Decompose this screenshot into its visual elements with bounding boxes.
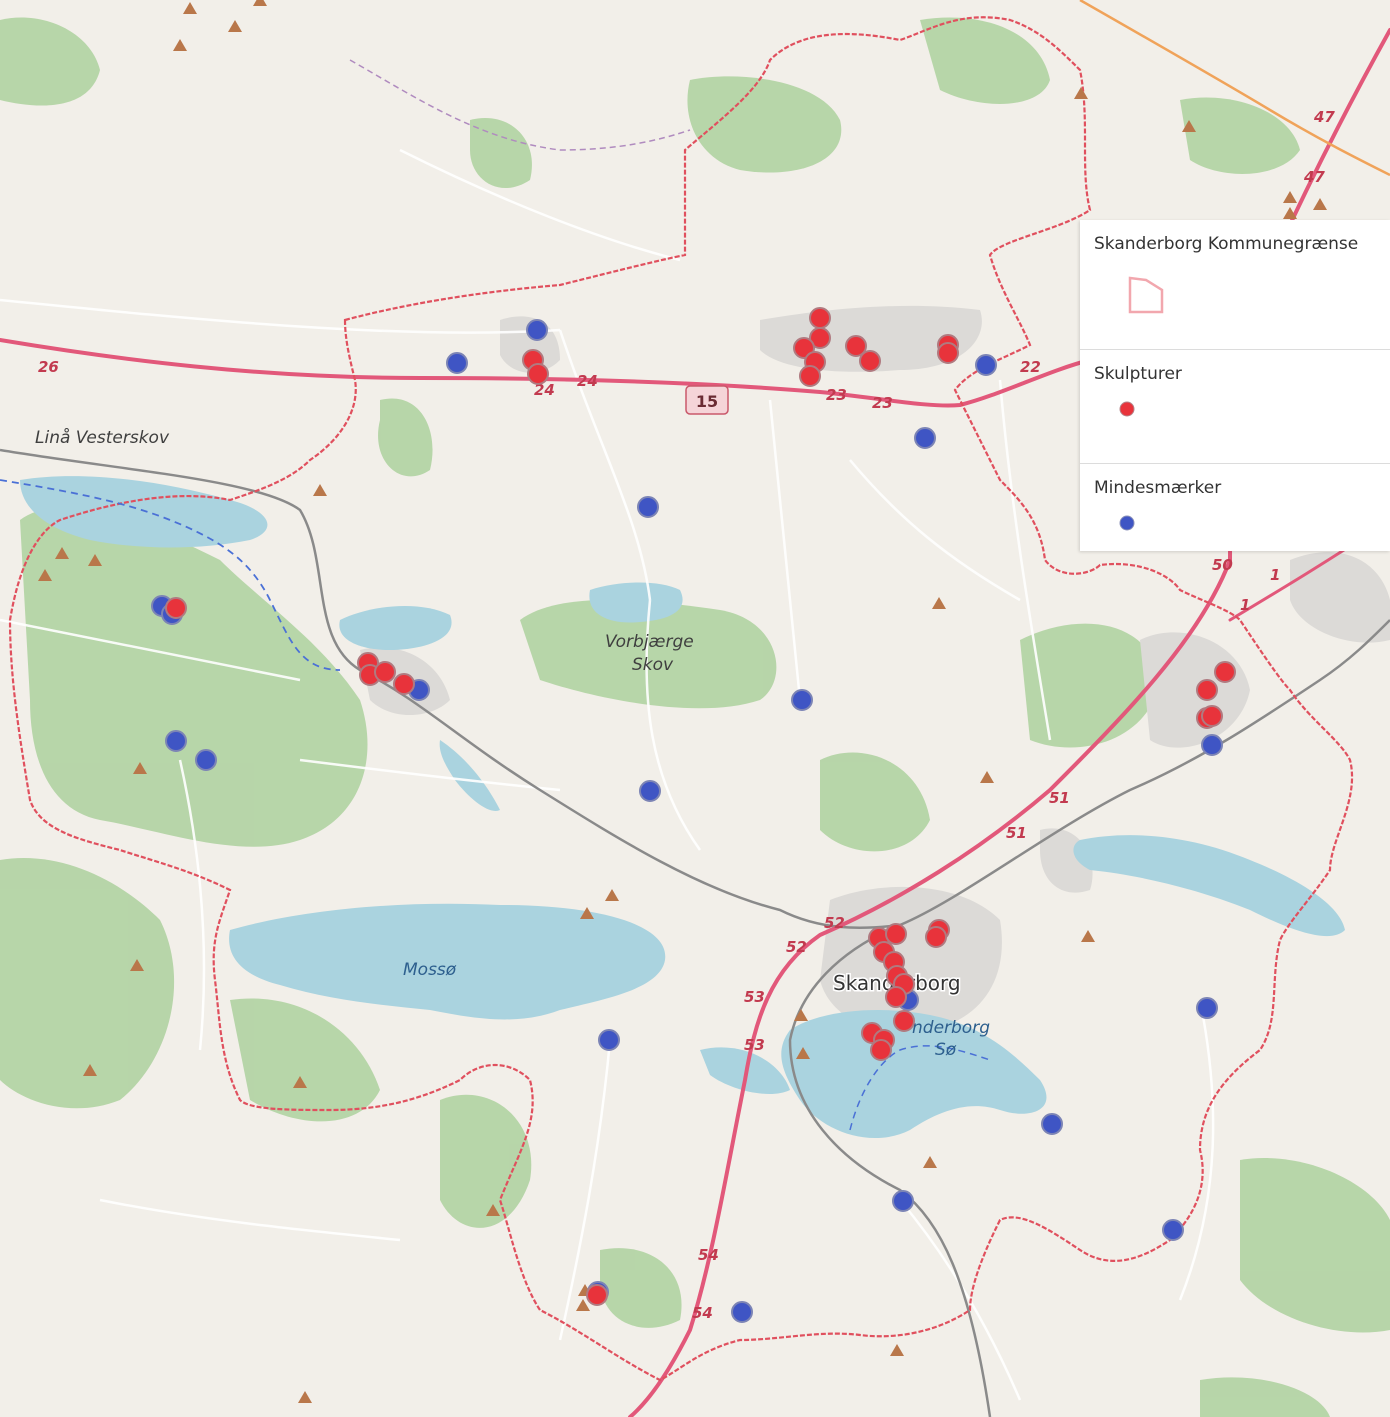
road-number: 50 (1212, 556, 1233, 574)
road-number: 53 (744, 1036, 765, 1054)
map-canvas[interactable]: Linå Vesterskov Vorbjærge Skov Mossø nde… (0, 0, 1390, 1417)
road-number: 23 (826, 386, 847, 404)
road-shield-label: 15 (696, 392, 718, 411)
sculpture-marker[interactable] (885, 923, 907, 945)
sculpture-marker[interactable] (870, 1039, 892, 1061)
road-number: 1 (1240, 596, 1250, 614)
sculpture-marker[interactable] (374, 661, 396, 683)
road-number: 23 (872, 394, 893, 412)
memorial-marker[interactable] (1162, 1219, 1184, 1241)
memorial-marker[interactable] (637, 496, 659, 518)
sculpture-marker[interactable] (393, 673, 415, 695)
sculpture-marker[interactable] (925, 926, 947, 948)
place-label-skov: Skov (632, 655, 674, 675)
sculpture-marker[interactable] (937, 342, 959, 364)
sculpture-marker[interactable] (1214, 661, 1236, 683)
road-number: 54 (692, 1304, 713, 1322)
road-number: 51 (1006, 824, 1027, 842)
road-number: 1 (1270, 566, 1280, 584)
memorial-marker[interactable] (165, 730, 187, 752)
road-number: 47 (1303, 168, 1325, 186)
lake-label-skanderborg-1: nderborg (912, 1018, 990, 1038)
road-number: 24 (577, 372, 598, 390)
memorial-marker[interactable] (446, 352, 468, 374)
memorial-marker[interactable] (731, 1301, 753, 1323)
sculpture-marker[interactable] (165, 597, 187, 619)
sculpture-marker[interactable] (859, 350, 881, 372)
sculpture-marker[interactable] (885, 986, 907, 1008)
memorial-marker[interactable] (526, 319, 548, 341)
memorial-marker[interactable] (914, 427, 936, 449)
memorial-marker[interactable] (1201, 734, 1223, 756)
road-number: 47 (1313, 108, 1335, 126)
road-number: 26 (38, 358, 59, 376)
legend-item-boundary: Skanderborg Kommunegrænse (1080, 220, 1390, 350)
legend-item-sculptures: Skulpturer (1080, 350, 1390, 464)
sculpture-marker[interactable] (1196, 679, 1218, 701)
memorial-marker[interactable] (975, 354, 997, 376)
place-label-vesterskov: Linå Vesterskov (35, 427, 170, 448)
sculpture-marker[interactable] (1201, 705, 1223, 727)
road-number: 52 (824, 914, 845, 932)
sculpture-marker[interactable] (799, 365, 821, 387)
sculpture-marker[interactable] (893, 1010, 915, 1032)
legend-title: Skanderborg Kommunegrænse (1094, 234, 1359, 254)
memorial-marker[interactable] (1196, 997, 1218, 1019)
red-dot-icon (1119, 401, 1135, 417)
place-label-vorbjaerge: Vorbjærge (605, 632, 694, 652)
memorial-marker[interactable] (1041, 1113, 1063, 1135)
road-number: 51 (1049, 789, 1070, 807)
sculpture-marker[interactable] (586, 1284, 608, 1306)
blue-dot-icon (1119, 515, 1135, 531)
memorial-marker[interactable] (639, 780, 661, 802)
memorial-marker[interactable] (892, 1190, 914, 1212)
road-shield-15: 15 (685, 385, 729, 415)
sculpture-marker[interactable] (527, 363, 549, 385)
polygon-outline-icon (1128, 276, 1164, 314)
legend-title: Skulpturer (1094, 364, 1182, 384)
memorial-marker[interactable] (791, 689, 813, 711)
road-number: 53 (744, 988, 765, 1006)
legend-title: Mindesmærker (1094, 478, 1222, 498)
lake-label-mosso: Mossø (403, 960, 457, 980)
road-number: 52 (786, 938, 807, 956)
legend-item-memorials: Mindesmærker (1080, 464, 1390, 551)
memorial-marker[interactable] (598, 1029, 620, 1051)
memorial-marker[interactable] (195, 749, 217, 771)
map-legend: Skanderborg Kommunegrænse Skulpturer Min… (1080, 220, 1390, 551)
road-number: 54 (698, 1246, 719, 1264)
road-number: 22 (1020, 358, 1041, 376)
sculpture-marker[interactable] (809, 307, 831, 329)
lake-label-skanderborg-2: Sø (935, 1040, 957, 1060)
